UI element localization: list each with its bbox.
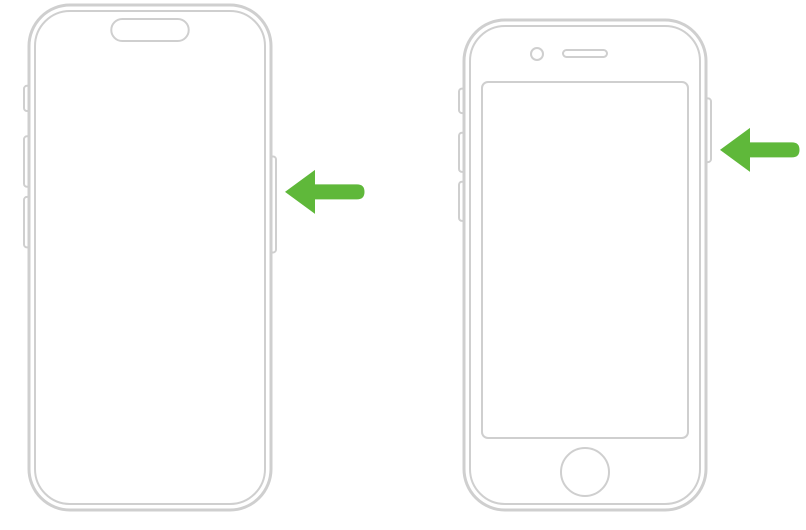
phone-body [29,5,271,510]
arrow-icon [285,170,365,214]
earpiece [563,50,607,57]
phone-illustration [459,20,800,510]
phone-illustration [24,5,365,510]
screen [482,82,688,438]
home-button [561,448,609,496]
notch [111,19,188,41]
arrow-icon [720,128,800,172]
diagram-canvas [0,0,806,530]
front-camera [531,48,543,60]
